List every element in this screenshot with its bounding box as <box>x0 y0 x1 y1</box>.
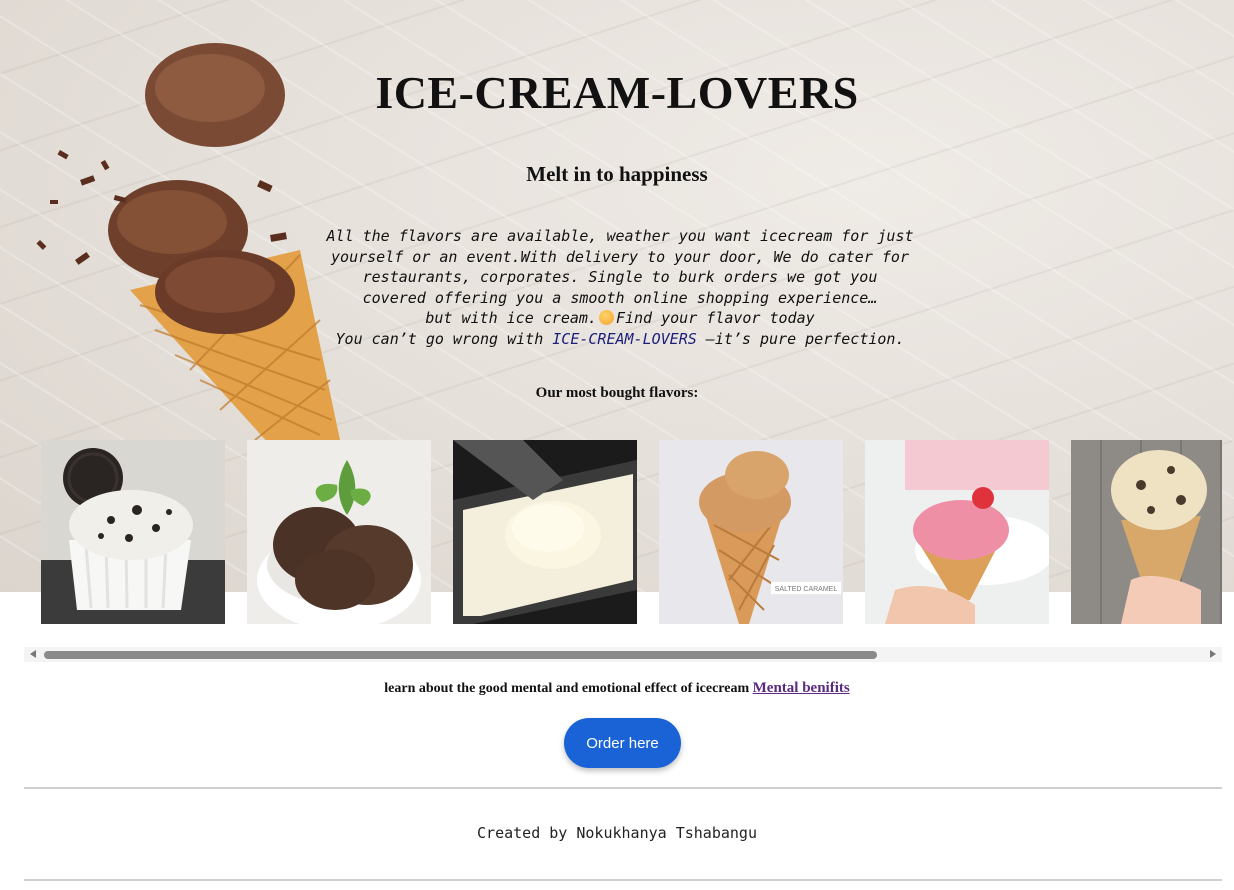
mental-benefits-text: learn about the good mental and emotiona… <box>384 681 750 696</box>
brand-name-text: ICE-CREAM-LOVERS <box>552 329 697 348</box>
salted-caramel-tag: SALTED CARAMEL <box>775 586 838 593</box>
intro-line: restaurants, corporates. Single to burk … <box>362 268 878 286</box>
flavor-image-chocolate <box>247 440 431 624</box>
intro-line: yourself or an event.With delivery to yo… <box>331 247 909 266</box>
flavor-image-cookies-and-cream <box>41 440 225 624</box>
gallery-track: SALTED CARAMEL <box>41 440 1222 624</box>
order-button[interactable]: Order here <box>564 718 681 768</box>
scroll-left-arrow-icon[interactable] <box>30 650 36 658</box>
scrollbar-thumb[interactable] <box>44 651 877 659</box>
flavor-image-vanilla <box>453 440 637 624</box>
smile-emoji-icon <box>598 310 614 325</box>
intro-line: —it’s pure perfection. <box>696 329 905 348</box>
intro-line: covered offering you a smooth online sho… <box>362 288 878 307</box>
flavor-image-cookie-dough <box>1071 440 1222 624</box>
flavor-gallery[interactable]: SALTED CARAMEL <box>24 440 1222 626</box>
footer-credit: Created by Nokukhanya Tshabangu <box>477 824 757 842</box>
gallery-scrollbar[interactable] <box>24 647 1222 662</box>
mental-benefits-line: learn about the good mental and emotiona… <box>0 680 1234 697</box>
page-subtitle: Melt in to happiness <box>526 162 708 186</box>
flavor-image-salted-caramel: SALTED CARAMEL <box>659 440 843 624</box>
flavor-image-strawberry <box>865 440 1049 624</box>
intro-line: Find your flavor today <box>615 309 815 327</box>
scroll-right-arrow-icon[interactable] <box>1210 650 1216 658</box>
intro-line: You can’t go wrong with <box>335 329 553 348</box>
mental-benefits-link[interactable]: Mental benifits <box>753 680 850 696</box>
intro-line: All the flavors are available, weather y… <box>326 227 914 245</box>
intro-paragraph: All the flavors are available, weather y… <box>300 226 940 349</box>
divider <box>24 879 1222 881</box>
divider <box>24 787 1222 789</box>
intro-line: but with ice cream. <box>425 309 597 327</box>
page-title: ICE-CREAM-LOVERS <box>375 67 859 118</box>
flavors-heading: Our most bought flavors: <box>535 385 699 401</box>
